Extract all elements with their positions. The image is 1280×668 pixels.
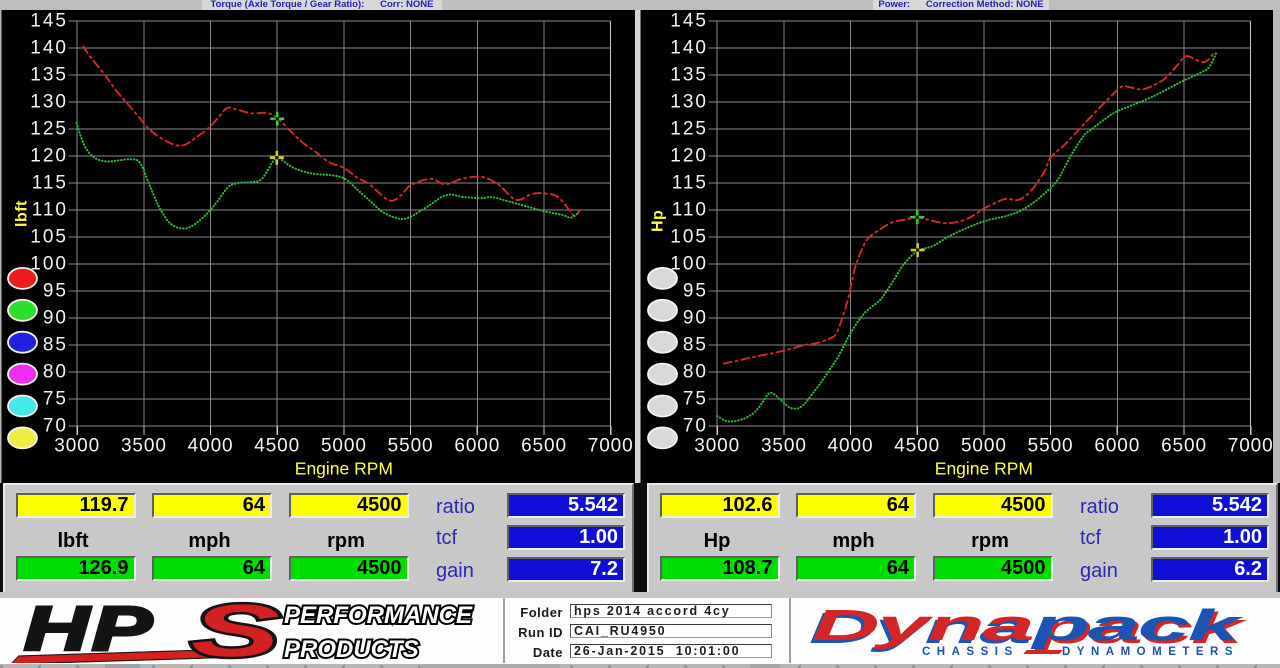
svg-text:145: 145 <box>30 10 68 31</box>
svg-text:5000: 5000 <box>961 436 1007 457</box>
svg-text:85: 85 <box>683 335 708 356</box>
svg-text:95: 95 <box>43 280 68 301</box>
svg-text:90: 90 <box>43 308 68 329</box>
svg-text:135: 135 <box>670 64 708 85</box>
svg-text:3500: 3500 <box>761 436 807 457</box>
svg-text:80: 80 <box>683 362 708 383</box>
svg-text:115: 115 <box>32 172 68 193</box>
svg-text:4000: 4000 <box>828 436 874 457</box>
svg-text:120: 120 <box>670 145 708 166</box>
svg-text:80: 80 <box>43 362 68 383</box>
svg-text:145: 145 <box>670 10 708 31</box>
svg-text:6500: 6500 <box>521 436 567 457</box>
svg-text:125: 125 <box>30 118 68 139</box>
svg-text:3500: 3500 <box>121 436 167 457</box>
svg-text:105: 105 <box>670 226 708 247</box>
svg-text:Engine RPM: Engine RPM <box>935 459 1033 479</box>
svg-text:140: 140 <box>670 37 708 58</box>
svg-text:4000: 4000 <box>188 436 234 457</box>
svg-text:7000: 7000 <box>588 436 634 457</box>
svg-text:110: 110 <box>672 199 708 220</box>
svg-text:85: 85 <box>43 335 68 356</box>
svg-text:90: 90 <box>683 308 708 329</box>
svg-text:70: 70 <box>683 416 708 437</box>
svg-text:5500: 5500 <box>388 436 434 457</box>
svg-text:70: 70 <box>43 416 68 437</box>
svg-text:Engine RPM: Engine RPM <box>295 459 393 479</box>
svg-text:100: 100 <box>30 253 68 274</box>
svg-text:135: 135 <box>30 64 68 85</box>
svg-text:130: 130 <box>30 91 68 112</box>
svg-text:4500: 4500 <box>894 436 940 457</box>
svg-text:105: 105 <box>30 226 68 247</box>
svg-text:120: 120 <box>30 145 68 166</box>
svg-text:6000: 6000 <box>454 436 500 457</box>
svg-text:Hp: Hp <box>650 210 667 232</box>
svg-text:100: 100 <box>670 253 708 274</box>
svg-text:75: 75 <box>683 389 708 410</box>
svg-text:3000: 3000 <box>54 436 100 457</box>
svg-text:110: 110 <box>32 199 68 220</box>
svg-text:140: 140 <box>30 37 68 58</box>
svg-text:5500: 5500 <box>1028 436 1074 457</box>
svg-text:6000: 6000 <box>1094 436 1140 457</box>
svg-text:5000: 5000 <box>321 436 367 457</box>
svg-text:7000: 7000 <box>1228 436 1274 457</box>
svg-text:130: 130 <box>670 91 708 112</box>
svg-text:115: 115 <box>672 172 708 193</box>
svg-text:4500: 4500 <box>254 436 300 457</box>
svg-text:95: 95 <box>683 280 708 301</box>
svg-text:75: 75 <box>43 389 68 410</box>
svg-text:6500: 6500 <box>1161 436 1207 457</box>
svg-text:125: 125 <box>670 118 708 139</box>
svg-text:3000: 3000 <box>694 436 740 457</box>
svg-text:lbft: lbft <box>14 200 31 227</box>
